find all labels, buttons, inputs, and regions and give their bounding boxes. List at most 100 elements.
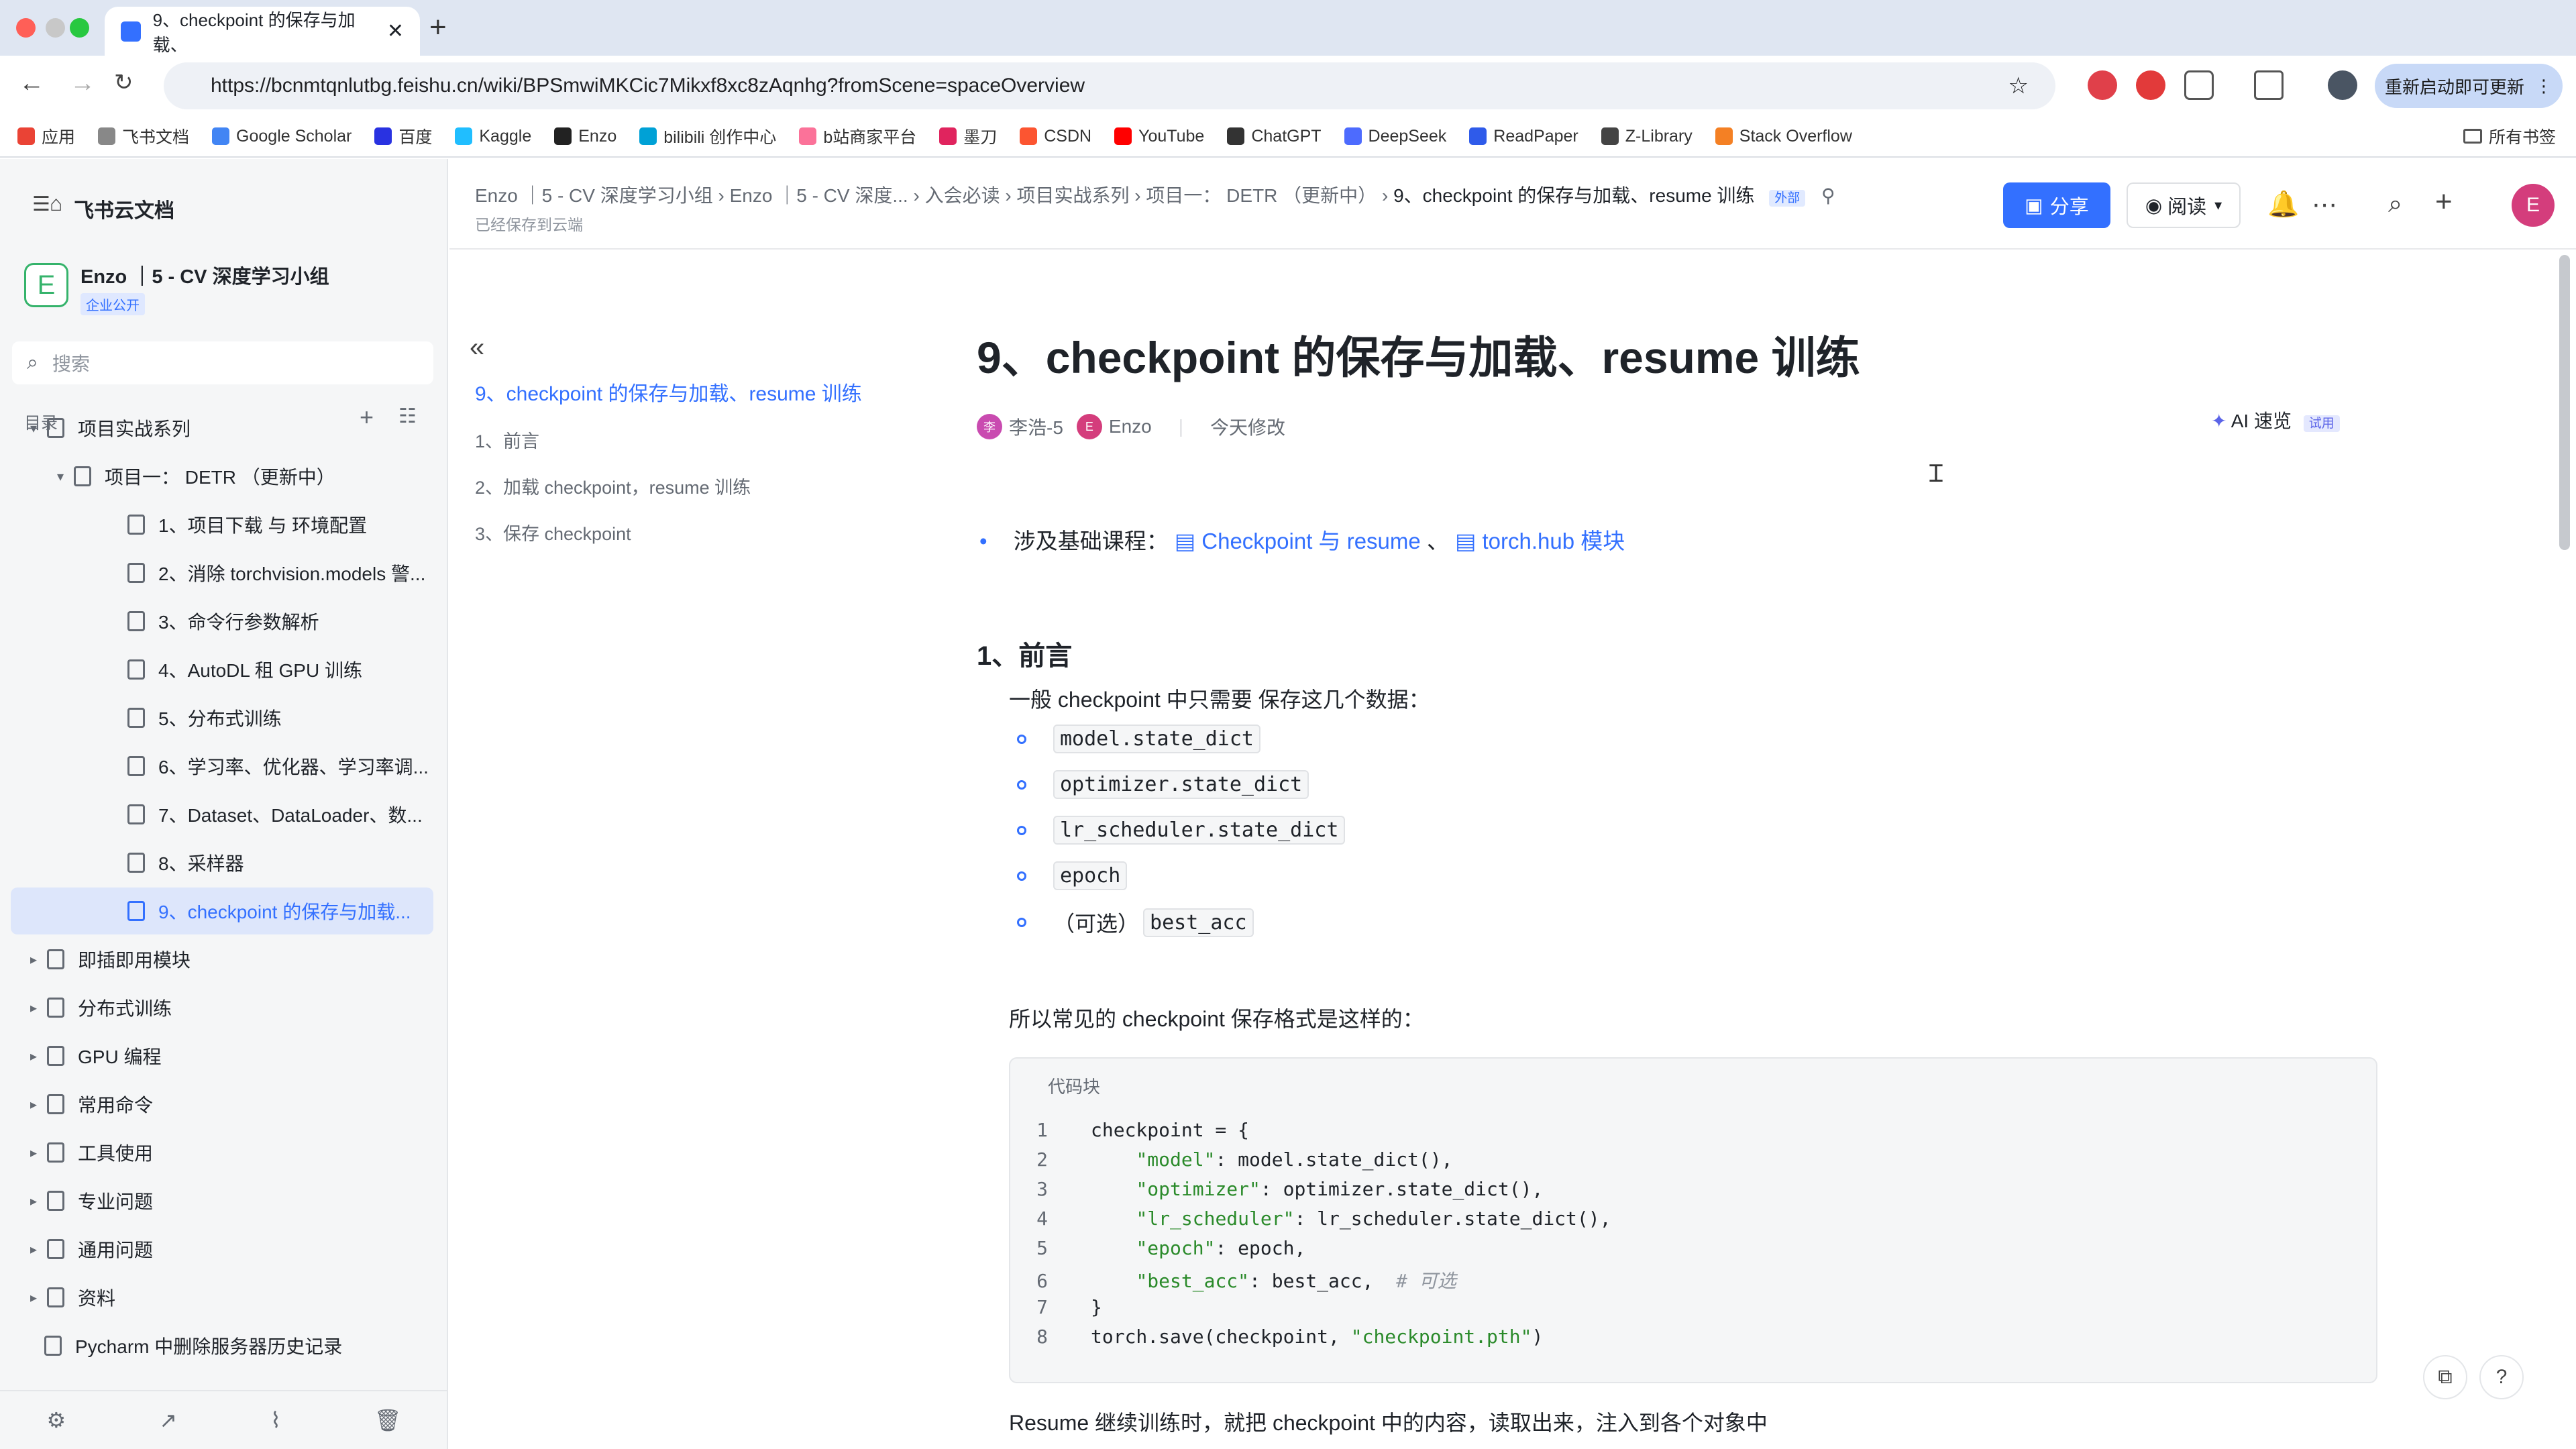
- chevron-down-icon[interactable]: ▾: [20, 420, 47, 437]
- workspace-name[interactable]: Enzo ｜5 - CV 深度学习小组: [80, 261, 329, 289]
- user-avatar[interactable]: E: [2512, 184, 2555, 227]
- search-icon[interactable]: ⌕: [2388, 190, 2402, 219]
- relaunch-update-button[interactable]: 重新启动即可更新 ⋮: [2375, 64, 2563, 108]
- sidebar-item[interactable]: 2、消除 torchvision.models 警...: [127, 549, 425, 596]
- browser-tab-active[interactable]: 9、checkpoint 的保存与加载、 ✕: [105, 7, 420, 56]
- bookmark-star-icon[interactable]: ☆: [2008, 72, 2029, 99]
- breadcrumb-item[interactable]: 项目实战系列: [1017, 185, 1130, 206]
- sidebar-item[interactable]: 1、项目下载 与 环境配置: [127, 501, 367, 548]
- outline-item-load-resume[interactable]: 2、加载 checkpoint，resume 训练: [475, 473, 862, 499]
- extensions-puzzle-icon[interactable]: [2184, 70, 2214, 100]
- bookmark-item[interactable]: Z-Library: [1601, 127, 1693, 146]
- window-minimize-button[interactable]: [46, 18, 65, 38]
- chevron-right-icon[interactable]: ▸: [20, 1144, 47, 1161]
- bookmark-item[interactable]: Enzo: [554, 127, 616, 146]
- window-close-button[interactable]: [16, 18, 36, 38]
- ai-summary-button[interactable]: ✦ AI 速览 试用: [2211, 407, 2340, 433]
- chevron-right-icon[interactable]: ▸: [20, 1193, 47, 1210]
- tab-close-icon[interactable]: ✕: [387, 19, 404, 43]
- all-bookmarks-button[interactable]: 所有书签: [2463, 124, 2556, 148]
- sidebar-search-input[interactable]: ⌕ 搜索: [12, 341, 433, 384]
- sidebar-item[interactable]: ▸ GPU 编程: [20, 1032, 161, 1079]
- profile-avatar[interactable]: [2328, 70, 2357, 100]
- bookmark-item[interactable]: DeepSeek: [1344, 127, 1446, 146]
- add-page-icon[interactable]: +: [360, 403, 374, 431]
- sidebar-item[interactable]: ▸ 工具使用: [20, 1129, 153, 1176]
- breadcrumb-item[interactable]: 9、checkpoint 的保存与加载、resume 训练: [1393, 185, 1754, 206]
- chevron-right-icon[interactable]: ▸: [20, 1048, 47, 1065]
- avatar[interactable]: 李: [977, 414, 1002, 439]
- read-mode-button[interactable]: ◉ 阅读 ▾: [2127, 182, 2241, 228]
- outline-item-preface[interactable]: 1、前言: [475, 427, 862, 453]
- sidebar-item[interactable]: 7、Dataset、DataLoader、数...: [127, 791, 423, 838]
- sidebar-item[interactable]: Pycharm 中删除服务器历史记录: [44, 1322, 342, 1369]
- sidebar-item[interactable]: ▸ 常用命令: [20, 1081, 153, 1128]
- outline-item-save[interactable]: 3、保存 checkpoint: [475, 519, 862, 545]
- url-bar[interactable]: https://bcnmtqnlutbg.feishu.cn/wiki/BPSm…: [164, 62, 2055, 109]
- chevron-right-icon[interactable]: ▸: [20, 1096, 47, 1113]
- share-out-icon[interactable]: ↗: [159, 1407, 177, 1433]
- workspace-logo[interactable]: E: [24, 263, 68, 307]
- bookmark-item[interactable]: ReadPaper: [1469, 127, 1578, 146]
- bookmark-item[interactable]: b站商家平台: [799, 124, 916, 148]
- sidebar-item[interactable]: 8、采样器: [127, 839, 244, 886]
- bookmark-item[interactable]: Kaggle: [455, 127, 531, 146]
- breadcrumb-item[interactable]: 入会必读: [925, 185, 1000, 206]
- avatar[interactable]: E: [1076, 414, 1102, 439]
- chevron-right-icon[interactable]: ▸: [20, 1241, 47, 1258]
- chevron-right-icon[interactable]: ▸: [20, 1000, 47, 1016]
- bookmark-item[interactable]: bilibili 创作中心: [639, 124, 776, 148]
- sidebar-item[interactable]: ▸ 通用问题: [20, 1226, 153, 1273]
- more-options-icon[interactable]: ⋯: [2312, 190, 2337, 220]
- tab-search-icon[interactable]: [2254, 70, 2284, 100]
- bookmark-item[interactable]: ChatGPT: [1227, 127, 1322, 146]
- bookmark-item[interactable]: 墨刀: [939, 124, 997, 148]
- toc-list-icon[interactable]: ☷: [398, 405, 417, 428]
- reload-icon[interactable]: ↻: [114, 69, 133, 96]
- bookmark-item[interactable]: YouTube: [1114, 127, 1204, 146]
- stats-chart-icon[interactable]: ⌇: [270, 1407, 281, 1433]
- bookmark-item[interactable]: Stack Overflow: [1715, 127, 1852, 146]
- floating-tool-icon[interactable]: ⧉: [2423, 1355, 2467, 1399]
- sidebar-item[interactable]: 6、学习率、优化器、学习率调...: [127, 743, 429, 790]
- chevron-right-icon[interactable]: ▸: [20, 1289, 47, 1306]
- notification-bell-icon[interactable]: 🔔: [2267, 190, 2299, 219]
- trash-icon[interactable]: 🗑: [374, 1407, 402, 1433]
- window-zoom-button[interactable]: [70, 18, 89, 38]
- sidebar-item[interactable]: 5、分布式训练: [127, 694, 282, 741]
- outline-item-title[interactable]: 9、checkpoint 的保存与加载、resume 训练: [475, 377, 862, 407]
- bookmark-item[interactable]: CSDN: [1020, 127, 1091, 146]
- settings-gear-icon[interactable]: ⚙: [47, 1407, 66, 1433]
- share-button[interactable]: ▣ 分享: [2003, 182, 2110, 228]
- forward-icon[interactable]: →: [70, 69, 95, 98]
- code-block[interactable]: 代码块 1 checkpoint = {2 "model": model.stat…: [1009, 1057, 2377, 1383]
- collapse-outline-icon[interactable]: «: [470, 333, 484, 363]
- pin-icon[interactable]: ⚲: [1821, 185, 1835, 206]
- sidebar-item[interactable]: 3、命令行参数解析: [127, 598, 319, 645]
- sidebar-item[interactable]: 4、AutoDL 租 GPU 训练: [127, 646, 362, 693]
- breadcrumb-item[interactable]: Enzo ｜5 - CV 深度学习小组: [475, 185, 713, 206]
- home-icon[interactable]: ⌂: [50, 191, 62, 216]
- back-icon[interactable]: ←: [19, 69, 44, 98]
- collapse-sidebar-icon[interactable]: ☰: [32, 193, 50, 216]
- help-icon[interactable]: ?: [2479, 1355, 2524, 1399]
- breadcrumb-item[interactable]: 项目一： DETR （更新中）: [1146, 185, 1377, 206]
- chevron-right-icon[interactable]: ▸: [20, 951, 47, 968]
- course-link[interactable]: torch.hub 模块: [1482, 529, 1625, 553]
- chevron-down-icon[interactable]: ▾: [47, 468, 74, 485]
- bookmark-item[interactable]: 应用: [17, 124, 75, 148]
- bookmark-item[interactable]: 百度: [374, 124, 432, 148]
- sidebar-item[interactable]: ▾ 项目一： DETR （更新中）: [47, 453, 335, 500]
- bookmark-item[interactable]: 飞书文档: [98, 124, 189, 148]
- sidebar-item[interactable]: ▾ 项目实战系列: [20, 405, 191, 451]
- author-name[interactable]: 李浩-5: [1009, 413, 1063, 440]
- new-tab-button[interactable]: +: [429, 11, 447, 44]
- sidebar-item[interactable]: ▸ 分布式训练: [20, 984, 172, 1031]
- sidebar-item[interactable]: ▸ 资料: [20, 1274, 115, 1321]
- extension-icon[interactable]: [2136, 70, 2165, 100]
- scrollbar-thumb[interactable]: [2559, 255, 2570, 550]
- author-name[interactable]: Enzo: [1109, 416, 1152, 437]
- create-new-icon[interactable]: +: [2435, 185, 2453, 219]
- course-link[interactable]: Checkpoint 与 resume: [1201, 529, 1420, 553]
- sidebar-item[interactable]: ▸ 即插即用模块: [20, 936, 191, 983]
